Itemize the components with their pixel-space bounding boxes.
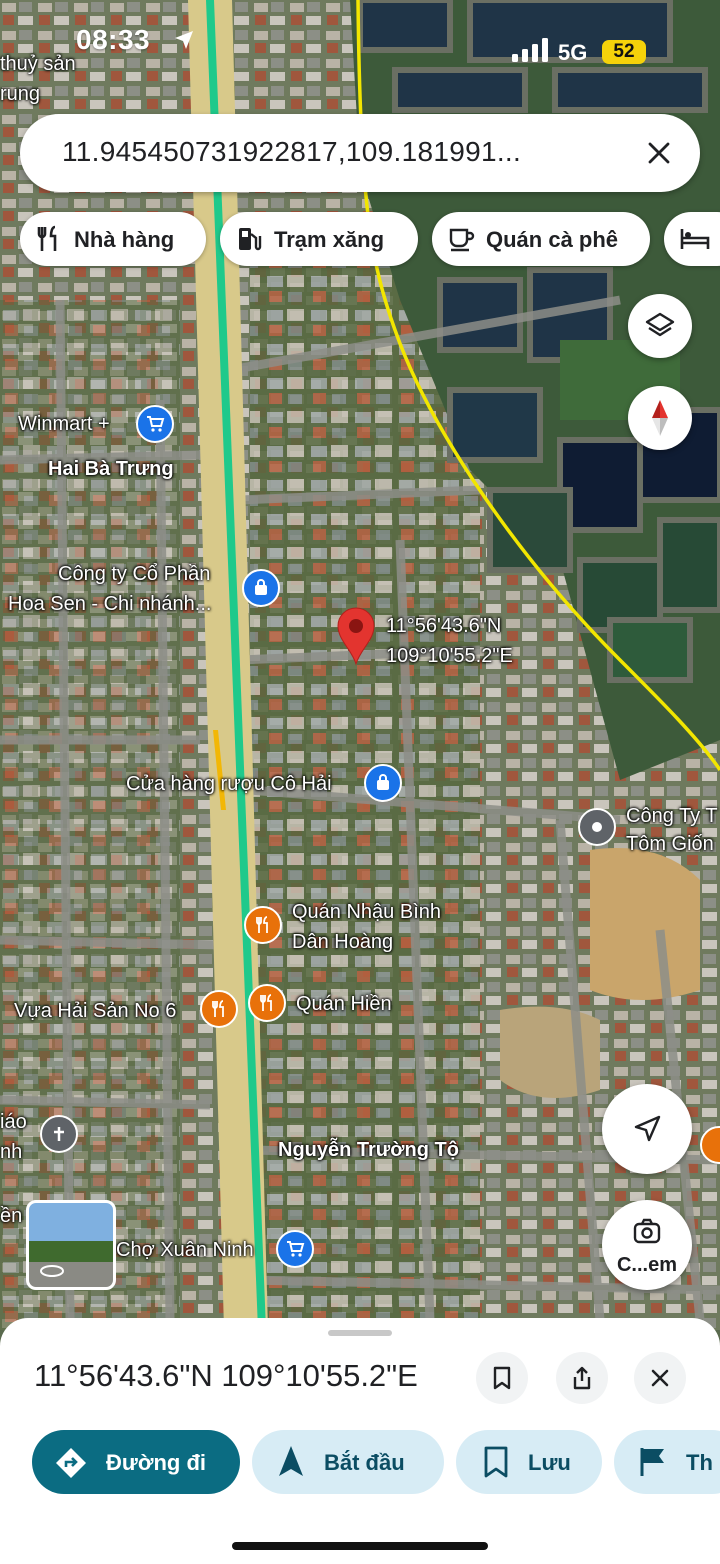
search-bar[interactable]: 11.945450731922817,109.181991... [20, 114, 700, 192]
share-button[interactable] [556, 1352, 608, 1404]
network-type: 5G [558, 40, 588, 65]
place-label-winmart[interactable]: Winmart + [18, 412, 110, 436]
rotate-360-icon [40, 1265, 64, 1277]
label-button[interactable]: Th [614, 1430, 720, 1494]
camera-search-button[interactable]: C...em [602, 1200, 692, 1290]
label-button-label: Th [686, 1450, 713, 1475]
shopping-bag-icon[interactable] [242, 569, 280, 607]
navigation-arrow-icon [634, 1115, 661, 1142]
chip-restaurants[interactable]: Nhà hàng [20, 212, 206, 266]
close-icon [651, 1369, 669, 1387]
pin-label: 109°10'55.2"E [386, 645, 513, 667]
chip-hotels[interactable] [664, 212, 720, 266]
chip-coffee[interactable]: Quán cà phê [432, 212, 650, 266]
place-label-vua[interactable]: Vựa Hải Sản No 6 [14, 999, 176, 1023]
coffee-cup-icon [449, 228, 475, 252]
place-dot-icon[interactable] [578, 808, 616, 846]
save-icon-button[interactable] [476, 1352, 528, 1404]
search-query[interactable]: 11.945450731922817,109.181991... [62, 136, 521, 168]
battery-indicator: 52 [602, 40, 646, 64]
compass-icon [652, 400, 668, 436]
category-chips: Nhà hàng Trạm xăng Quán cà phê [20, 212, 720, 266]
church-cross-icon[interactable] [40, 1115, 78, 1153]
directions-label: Đường đi [106, 1450, 206, 1475]
bookmark-icon [493, 1366, 511, 1390]
home-indicator [232, 1542, 488, 1550]
flag-icon [640, 1448, 664, 1476]
street-label: Nguyễn Trường Tộ [278, 1139, 459, 1161]
my-location-button[interactable] [602, 1084, 692, 1174]
bookmark-icon [484, 1446, 508, 1478]
place-label-ruou[interactable]: Cửa hàng rượu Cô Hải [126, 772, 332, 796]
place-label-nhau[interactable]: Dân Hoàng [292, 930, 393, 954]
directions-icon [56, 1448, 86, 1478]
restaurant-icon[interactable] [244, 906, 282, 944]
start-label: Bắt đầu [324, 1450, 405, 1475]
place-label-nhau[interactable]: Quán Nhậu Bình [292, 900, 441, 924]
save-button[interactable]: Lưu [456, 1430, 602, 1494]
place-coordinates: 11°56'43.6"N 109°10'55.2"E [34, 1358, 418, 1393]
restaurant-icon[interactable] [248, 984, 286, 1022]
sheet-drag-handle[interactable] [328, 1330, 392, 1336]
shopping-bag-icon[interactable] [364, 764, 402, 802]
place-label-hoasen[interactable]: Hoa Sen - Chi nhánh... [8, 592, 211, 616]
shopping-cart-icon[interactable] [136, 405, 174, 443]
place-label: ền [0, 1205, 23, 1227]
save-label: Lưu [528, 1450, 571, 1475]
layers-icon [645, 312, 675, 337]
status-bar: 08:33 5G 52 [0, 0, 720, 100]
place-label-cho[interactable]: Chợ Xuân Ninh [116, 1238, 254, 1262]
place-bottom-sheet[interactable]: 11°56'43.6"N 109°10'55.2"E Đường đi Bắt … [0, 1318, 720, 1564]
shopping-cart-icon[interactable] [276, 1230, 314, 1268]
gas-pump-icon [239, 228, 262, 251]
camera-icon [633, 1218, 661, 1244]
chip-gas-stations[interactable]: Trạm xăng [220, 212, 418, 266]
share-icon [573, 1366, 591, 1390]
navigation-arrow-icon [279, 1446, 303, 1476]
cellular-signal-icon [512, 38, 548, 62]
restaurant-icon[interactable] [200, 990, 238, 1028]
layers-button[interactable] [628, 294, 692, 358]
dropped-pin-icon[interactable] [334, 606, 378, 666]
chip-label: Nhà hàng [74, 227, 175, 252]
chip-label: Quán cà phê [486, 227, 619, 252]
chip-label: Trạm xăng [274, 227, 385, 252]
place-label-hoasen[interactable]: Công ty Cổ Phần [58, 562, 210, 586]
pin-label: 11°56'43.6"N [386, 615, 502, 637]
location-arrow-icon [175, 31, 193, 49]
close-icon[interactable] [644, 138, 674, 168]
place-label-congty[interactable]: Tôm Giốn [626, 832, 714, 856]
street-view-thumbnail[interactable] [26, 1200, 116, 1290]
bed-icon [680, 229, 710, 249]
compass-button[interactable] [628, 386, 692, 450]
directions-button[interactable]: Đường đi [32, 1430, 240, 1494]
close-sheet-button[interactable] [634, 1352, 686, 1404]
place-label-congty[interactable]: Công Ty T [626, 804, 718, 828]
status-time: 08:33 [76, 24, 151, 55]
fork-knife-icon [37, 225, 57, 251]
street-label: Hai Bà Trưng [48, 458, 174, 480]
place-label: iáo [0, 1111, 27, 1133]
map-view[interactable]: thuỷ sản rung Winmart + Hai Bà Trưng Côn… [0, 0, 720, 1330]
place-label-hien[interactable]: Quán Hiền [296, 992, 392, 1016]
place-label: nh [0, 1141, 23, 1163]
camera-search-label: C...em [616, 1254, 678, 1276]
start-button[interactable]: Bắt đầu [252, 1430, 444, 1494]
